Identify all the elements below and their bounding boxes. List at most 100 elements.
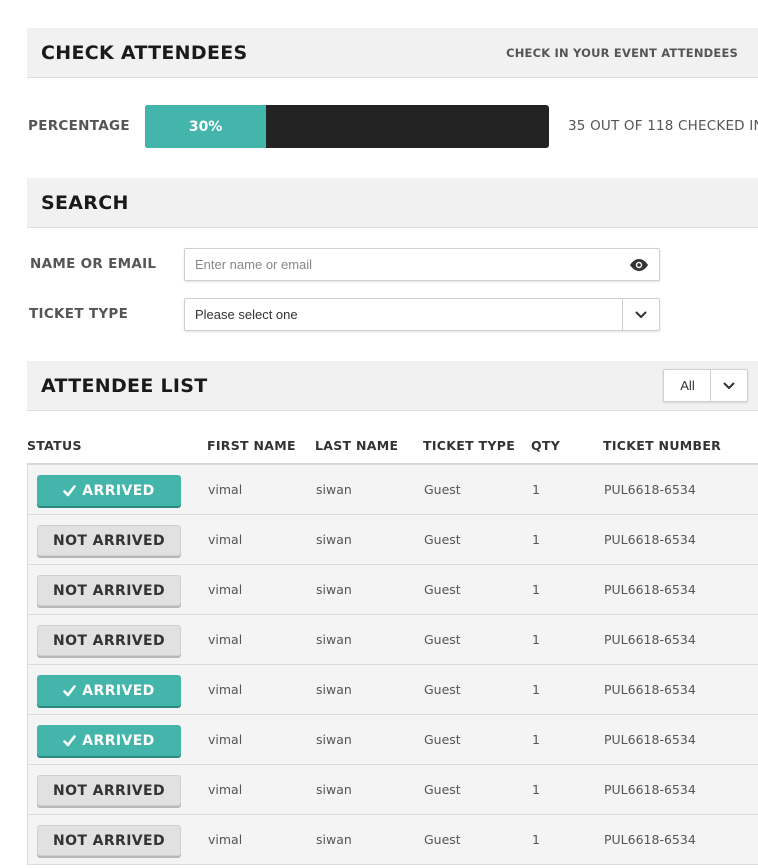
column-header-last-name: LAST NAME <box>315 438 399 453</box>
column-header-status: STATUS <box>27 438 82 453</box>
status-toggle-button[interactable]: NOT ARRIVED <box>37 625 181 656</box>
name-email-label: NAME OR EMAIL <box>30 256 157 272</box>
column-header-ticket-number: TICKET NUMBER <box>603 438 722 453</box>
status-toggle-button[interactable]: ARRIVED <box>37 675 181 706</box>
ticket-number-cell: PUL6618-6534 <box>604 782 696 797</box>
first-name-cell: vimal <box>208 532 243 547</box>
attendee-filter-select[interactable]: All <box>663 369 748 402</box>
check-icon <box>63 734 77 746</box>
ticket-type-cell: Guest <box>424 632 461 647</box>
status-label: ARRIVED <box>82 482 155 499</box>
column-header-ticket-type: TICKET TYPE <box>423 438 516 453</box>
checkin-progress-bar: 30% <box>145 105 549 148</box>
status-toggle-button[interactable]: NOT ARRIVED <box>37 775 181 806</box>
check-attendees-header: CHECK ATTENDEES CHECK IN YOUR EVENT ATTE… <box>27 28 758 78</box>
eye-icon[interactable] <box>629 258 649 272</box>
ticket-number-cell: PUL6618-6534 <box>604 632 696 647</box>
search-header: SEARCH <box>27 178 758 228</box>
table-row: ARRIVED vimal siwan Guest 1 PUL6618-6534 <box>27 665 758 715</box>
status-toggle-button[interactable]: NOT ARRIVED <box>37 575 181 606</box>
last-name-cell: siwan <box>316 732 352 747</box>
search-title: SEARCH <box>41 192 129 214</box>
status-label: NOT ARRIVED <box>52 832 166 849</box>
qty-cell: 1 <box>532 482 540 497</box>
chevron-down-icon <box>723 382 735 389</box>
first-name-cell: vimal <box>208 582 243 597</box>
status-toggle-button[interactable]: ARRIVED <box>37 475 181 506</box>
first-name-cell: vimal <box>208 832 243 847</box>
ticket-type-cell: Guest <box>424 832 461 847</box>
attendee-list-header: ATTENDEE LIST All <box>27 361 758 411</box>
table-row: NOT ARRIVED vimal siwan Guest 1 PUL6618-… <box>27 565 758 615</box>
qty-cell: 1 <box>532 832 540 847</box>
first-name-cell: vimal <box>208 632 243 647</box>
status-label: NOT ARRIVED <box>52 582 166 599</box>
table-row: NOT ARRIVED vimal siwan Guest 1 PUL6618-… <box>27 615 758 665</box>
status-label: NOT ARRIVED <box>52 782 166 799</box>
qty-cell: 1 <box>532 732 540 747</box>
name-email-input[interactable] <box>185 249 605 280</box>
status-label: NOT ARRIVED <box>52 532 166 549</box>
attendee-filter-selected: All <box>680 378 695 393</box>
ticket-number-cell: PUL6618-6534 <box>604 832 696 847</box>
progress-fill: 30% <box>145 105 267 148</box>
table-row: NOT ARRIVED vimal siwan Guest 1 PUL6618-… <box>27 815 758 865</box>
checked-in-count: 35 OUT OF 118 CHECKED IN <box>568 118 758 134</box>
attendee-list-title: ATTENDEE LIST <box>41 375 208 397</box>
qty-cell: 1 <box>532 532 540 547</box>
chevron-down-icon <box>635 311 647 318</box>
ticket-type-cell: Guest <box>424 682 461 697</box>
last-name-cell: siwan <box>316 782 352 797</box>
first-name-cell: vimal <box>208 682 243 697</box>
table-row: NOT ARRIVED vimal siwan Guest 1 PUL6618-… <box>27 515 758 565</box>
page-subtitle: CHECK IN YOUR EVENT ATTENDEES <box>506 46 738 60</box>
ticket-type-cell: Guest <box>424 532 461 547</box>
check-icon <box>63 484 77 496</box>
attendee-table-body: ARRIVED vimal siwan Guest 1 PUL6618-6534… <box>27 465 758 865</box>
qty-cell: 1 <box>532 682 540 697</box>
status-label: ARRIVED <box>82 682 155 699</box>
qty-cell: 1 <box>532 632 540 647</box>
table-row: NOT ARRIVED vimal siwan Guest 1 PUL6618-… <box>27 765 758 815</box>
first-name-cell: vimal <box>208 732 243 747</box>
ticket-type-dropdown-button[interactable] <box>622 299 659 330</box>
qty-cell: 1 <box>532 582 540 597</box>
last-name-cell: siwan <box>316 832 352 847</box>
percentage-label: PERCENTAGE <box>28 118 130 134</box>
ticket-type-cell: Guest <box>424 732 461 747</box>
status-toggle-button[interactable]: NOT ARRIVED <box>37 825 181 856</box>
first-name-cell: vimal <box>208 782 243 797</box>
last-name-cell: siwan <box>316 632 352 647</box>
status-toggle-button[interactable]: NOT ARRIVED <box>37 525 181 556</box>
column-header-first-name: FIRST NAME <box>207 438 296 453</box>
status-label: ARRIVED <box>82 732 155 749</box>
last-name-cell: siwan <box>316 482 352 497</box>
status-label: NOT ARRIVED <box>52 632 166 649</box>
ticket-number-cell: PUL6618-6534 <box>604 532 696 547</box>
ticket-type-cell: Guest <box>424 782 461 797</box>
progress-percent-text: 30% <box>188 118 223 135</box>
ticket-number-cell: PUL6618-6534 <box>604 732 696 747</box>
check-icon <box>63 684 77 696</box>
status-toggle-button[interactable]: ARRIVED <box>37 725 181 756</box>
last-name-cell: siwan <box>316 682 352 697</box>
page-title: CHECK ATTENDEES <box>41 42 248 64</box>
ticket-number-cell: PUL6618-6534 <box>604 482 696 497</box>
ticket-type-cell: Guest <box>424 482 461 497</box>
first-name-cell: vimal <box>208 482 243 497</box>
table-row: ARRIVED vimal siwan Guest 1 PUL6618-6534 <box>27 465 758 515</box>
last-name-cell: siwan <box>316 582 352 597</box>
ticket-type-select[interactable]: Please select one <box>184 298 660 331</box>
attendee-table-header: STATUS FIRST NAME LAST NAME TICKET TYPE … <box>27 428 758 465</box>
ticket-type-label: TICKET TYPE <box>29 306 129 322</box>
attendee-filter-dropdown-button[interactable] <box>710 370 747 401</box>
ticket-type-cell: Guest <box>424 582 461 597</box>
name-email-field <box>184 248 660 281</box>
last-name-cell: siwan <box>316 532 352 547</box>
ticket-type-selected: Please select one <box>195 307 298 322</box>
qty-cell: 1 <box>532 782 540 797</box>
ticket-number-cell: PUL6618-6534 <box>604 682 696 697</box>
table-row: ARRIVED vimal siwan Guest 1 PUL6618-6534 <box>27 715 758 765</box>
ticket-number-cell: PUL6618-6534 <box>604 582 696 597</box>
column-header-qty: QTY <box>531 438 561 453</box>
